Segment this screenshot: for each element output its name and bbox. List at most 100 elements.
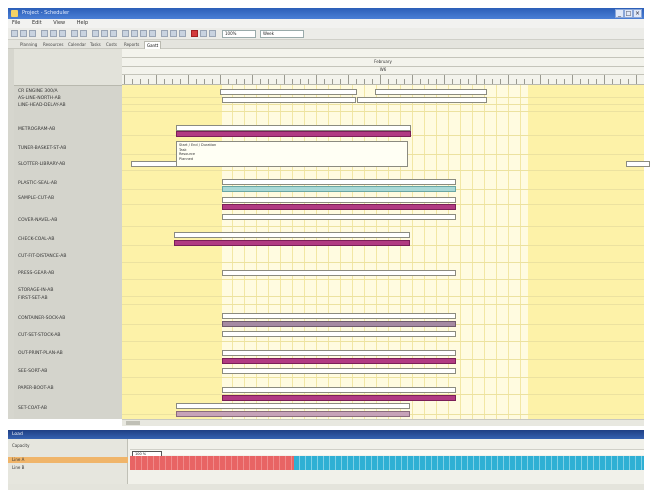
row-label[interactable]: CONTAINER-SOCK-AB — [18, 316, 65, 321]
menu-file[interactable]: File — [12, 20, 20, 26]
outdent-icon[interactable] — [149, 30, 156, 37]
timeline-tick — [532, 79, 533, 84]
timeline-tick — [612, 79, 613, 84]
row-label[interactable]: FIRST-SET-AB — [18, 296, 48, 301]
close-icon[interactable]: × — [633, 9, 642, 18]
task-bar[interactable] — [222, 270, 456, 276]
row-label[interactable]: PRESS-GEAR-AB — [18, 271, 54, 276]
row-label[interactable]: SLOTTER-LIBRARY-AB — [18, 162, 65, 167]
timeline-tick — [492, 79, 493, 84]
menu-help[interactable]: Help — [77, 20, 88, 26]
minimize-icon[interactable]: _ — [615, 9, 624, 18]
row-label[interactable]: PLASTIC-SEAL-AB — [18, 181, 57, 186]
task-bar[interactable] — [176, 411, 410, 417]
timeline-tick — [452, 79, 453, 84]
timeline-tick — [124, 75, 125, 84]
task-bar[interactable] — [222, 179, 456, 185]
task-bar[interactable] — [222, 387, 456, 393]
timeline-tick — [596, 79, 597, 84]
fit-icon[interactable] — [110, 30, 117, 37]
tab-calendar[interactable]: Calendar — [66, 41, 88, 49]
task-bar[interactable] — [131, 161, 177, 167]
new-icon[interactable] — [11, 30, 18, 37]
sort-icon[interactable] — [170, 30, 177, 37]
timeline-tick — [500, 79, 501, 84]
save-icon[interactable] — [29, 30, 36, 37]
zoom-select[interactable]: 100% — [222, 30, 256, 38]
tab-costs[interactable]: Costs — [104, 41, 119, 49]
task-bar[interactable] — [357, 97, 487, 103]
timeline-tick — [388, 79, 389, 84]
timeline-tick — [180, 79, 181, 84]
row-label[interactable]: AS-LINE-NORTH-AB — [18, 96, 61, 101]
task-bar[interactable] — [174, 232, 410, 238]
task-bar[interactable] — [176, 403, 410, 409]
menu-view[interactable]: View — [53, 20, 65, 26]
task-bar[interactable] — [222, 368, 456, 374]
tab-tasks[interactable]: Tasks — [88, 41, 103, 49]
unlink-icon[interactable] — [131, 30, 138, 37]
task-bar[interactable] — [222, 97, 356, 103]
load-row-selected[interactable]: Line A — [8, 457, 128, 463]
task-bar[interactable] — [222, 350, 456, 356]
copy-icon[interactable] — [50, 30, 57, 37]
timeline-tick — [436, 79, 437, 84]
window-title: Project - Scheduler — [22, 10, 70, 16]
row-label[interactable]: OUT-PRINT-PLAN-AB — [18, 351, 63, 356]
indent-icon[interactable] — [140, 30, 147, 37]
timeline-tick — [556, 79, 557, 84]
redo-icon[interactable] — [80, 30, 87, 37]
row-label[interactable]: SEE-SORT-AB — [18, 369, 47, 374]
timeline-tick — [364, 79, 365, 84]
link-icon[interactable] — [122, 30, 129, 37]
task-bar[interactable] — [176, 131, 411, 137]
grid-row-line — [122, 296, 644, 297]
task-bar[interactable] — [222, 214, 456, 220]
menu-edit[interactable]: Edit — [32, 20, 42, 26]
row-label[interactable]: LINE-HEAD-DELAY-AB — [18, 103, 66, 108]
tab-reports[interactable]: Reports — [122, 41, 141, 49]
task-bar[interactable] — [220, 89, 357, 95]
timeline-tick — [404, 79, 405, 84]
paste-icon[interactable] — [59, 30, 66, 37]
status-bar — [8, 484, 644, 490]
grid-icon[interactable] — [179, 30, 186, 37]
zoom-out-icon[interactable] — [101, 30, 108, 37]
row-label[interactable]: TUNER-BASKET-ST-AB — [18, 146, 66, 151]
task-bar[interactable] — [375, 89, 487, 95]
task-bar[interactable] — [174, 240, 410, 246]
undo-icon[interactable] — [71, 30, 78, 37]
row-label[interactable]: CUT-SET-STOCK-AB — [18, 333, 61, 338]
view-select[interactable]: Week — [260, 30, 304, 38]
horizontal-scrollbar[interactable] — [122, 419, 644, 426]
row-label[interactable]: CHECK-COAL-AB — [18, 237, 54, 242]
task-bar[interactable] — [222, 204, 456, 210]
row-label[interactable]: COVER-NAVEL-AB — [18, 218, 57, 223]
task-bar[interactable] — [222, 313, 456, 319]
maximize-icon[interactable]: □ — [624, 9, 633, 18]
row-label[interactable]: CUT-FIT-DISTANCE-AB — [18, 254, 66, 259]
task-bar[interactable] — [222, 331, 456, 337]
cut-icon[interactable] — [41, 30, 48, 37]
zoom-in-icon[interactable] — [92, 30, 99, 37]
open-icon[interactable] — [20, 30, 27, 37]
row-label[interactable]: STORAGE-IN-AB — [18, 288, 53, 293]
scrollbar-thumb[interactable] — [126, 421, 140, 425]
row-label[interactable]: PAPER-BOOT-AB — [18, 386, 54, 391]
row-label[interactable]: METROGRAM-AB — [18, 127, 55, 132]
task-bar[interactable] — [222, 186, 456, 192]
row-label[interactable]: CR ENGINE 300/A — [18, 89, 58, 94]
calendar-icon[interactable] — [200, 30, 207, 37]
print-icon[interactable] — [209, 30, 216, 37]
task-bar[interactable] — [222, 197, 456, 203]
row-label[interactable]: SET-COAT-AB — [18, 406, 47, 411]
filter-icon[interactable] — [161, 30, 168, 37]
stop-icon[interactable] — [191, 30, 198, 37]
tab-resources[interactable]: Resources — [41, 41, 65, 49]
task-bar[interactable] — [626, 161, 650, 167]
tab-planning[interactable]: Planning — [18, 41, 39, 49]
task-bar[interactable] — [222, 358, 456, 364]
task-bar[interactable] — [222, 395, 456, 401]
task-bar[interactable] — [222, 321, 456, 327]
row-label[interactable]: SAMPLE-CUT-AB — [18, 196, 54, 201]
